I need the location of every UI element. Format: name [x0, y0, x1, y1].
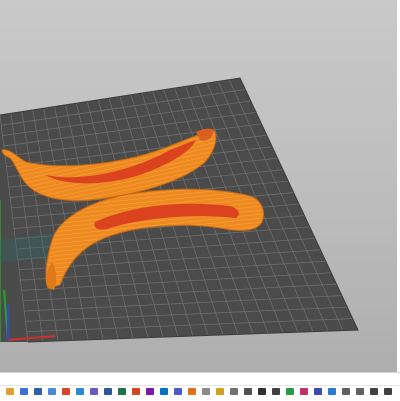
taskbar — [0, 372, 400, 401]
mail-icon[interactable] — [34, 388, 42, 395]
excel-icon[interactable] — [118, 388, 126, 395]
taskbar-divider — [0, 385, 400, 386]
onenote-icon[interactable] — [146, 388, 154, 395]
scene[interactable] — [0, 0, 400, 372]
paint-icon[interactable] — [216, 388, 224, 395]
browser-icon[interactable] — [20, 388, 28, 395]
outlook-icon[interactable] — [160, 388, 168, 395]
maps-icon[interactable] — [286, 388, 294, 395]
teams-icon[interactable] — [174, 388, 182, 395]
volume-icon[interactable] — [356, 388, 364, 395]
word-icon[interactable] — [104, 388, 112, 395]
3d-viewport[interactable] — [0, 0, 400, 372]
video-icon[interactable] — [314, 388, 322, 395]
store-icon[interactable] — [48, 388, 56, 395]
edge-icon[interactable] — [76, 388, 84, 395]
file-explorer-icon[interactable] — [6, 388, 14, 395]
chrome-icon[interactable] — [62, 388, 70, 395]
security-icon[interactable] — [328, 388, 336, 395]
notification-icon[interactable] — [384, 388, 392, 395]
terminal-icon[interactable] — [258, 388, 266, 395]
calculator-icon[interactable] — [244, 388, 252, 395]
camera-icon[interactable] — [272, 388, 280, 395]
slicer-icon[interactable] — [188, 388, 196, 395]
notepad-icon[interactable] — [202, 388, 210, 395]
powerpoint-icon[interactable] — [132, 388, 140, 395]
music-icon[interactable] — [300, 388, 308, 395]
settings-icon[interactable] — [230, 388, 238, 395]
clock-icon[interactable] — [370, 388, 378, 395]
network-icon[interactable] — [342, 388, 350, 395]
photos-icon[interactable] — [90, 388, 98, 395]
